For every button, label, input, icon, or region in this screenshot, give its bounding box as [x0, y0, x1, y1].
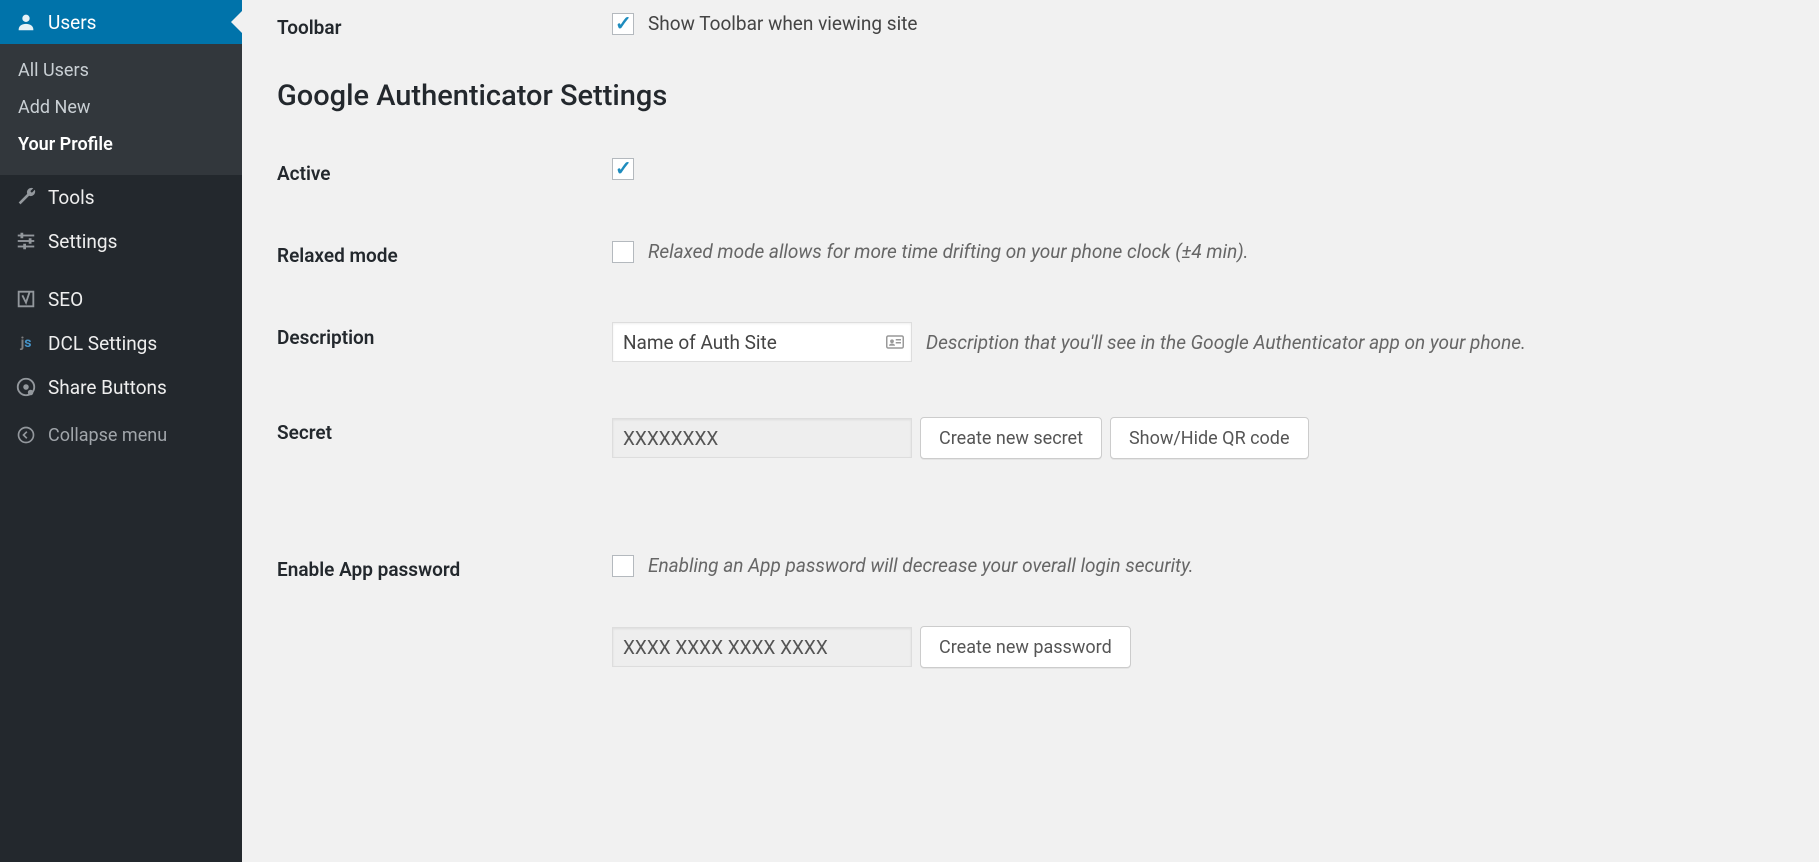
checkbox-enable-app[interactable] [612, 555, 634, 577]
user-icon [14, 10, 38, 34]
sidebar-item-seo[interactable]: SEO [0, 277, 242, 321]
sidebar-item-tools[interactable]: Tools [0, 175, 242, 219]
label-toolbar: Toolbar [277, 12, 612, 39]
sidebar-label-settings: Settings [48, 230, 117, 253]
label-app-password-empty [277, 626, 612, 630]
sidebar-collapse[interactable]: Collapse menu [0, 409, 242, 457]
row-relaxed: Relaxed mode Relaxed mode allows for mor… [277, 240, 1789, 267]
label-active: Active [277, 158, 612, 185]
label-enable-app: Enable App password [277, 554, 612, 581]
label-relaxed: Relaxed mode [277, 240, 612, 267]
input-description[interactable] [612, 322, 912, 362]
sidebar-item-dcl[interactable]: js DCL Settings [0, 321, 242, 365]
share-icon [14, 375, 38, 399]
btn-create-password[interactable]: Create new password [920, 626, 1131, 668]
submenu-your-profile[interactable]: Your Profile [0, 126, 242, 163]
input-app-password[interactable] [612, 627, 912, 667]
sidebar-label-collapse: Collapse menu [48, 425, 167, 446]
sidebar-label-dcl: DCL Settings [48, 332, 157, 355]
main-content: Toolbar Show Toolbar when viewing site G… [242, 0, 1819, 862]
row-active: Active [277, 158, 1789, 185]
desc-enable-app: Enabling an App password will decrease y… [648, 554, 1194, 577]
sidebar-label-tools: Tools [48, 186, 95, 209]
yoast-icon [14, 287, 38, 311]
sliders-icon [14, 229, 38, 253]
input-secret[interactable] [612, 418, 912, 458]
submenu-all-users[interactable]: All Users [0, 52, 242, 89]
sidebar-label-seo: SEO [48, 288, 83, 311]
row-enable-app: Enable App password Enabling an App pass… [277, 554, 1789, 581]
row-toolbar: Toolbar Show Toolbar when viewing site [277, 12, 1789, 39]
btn-show-qr[interactable]: Show/Hide QR code [1110, 417, 1309, 459]
checkbox-active[interactable] [612, 158, 634, 180]
label-secret: Secret [277, 417, 612, 444]
desc-relaxed: Relaxed mode allows for more time drifti… [648, 240, 1249, 263]
checkbox-toolbar[interactable] [612, 13, 634, 35]
btn-create-secret[interactable]: Create new secret [920, 417, 1102, 459]
sidebar-label-users: Users [48, 11, 96, 34]
sidebar-item-users[interactable]: Users [0, 0, 242, 44]
desc-description: Description that you'll see in the Googl… [926, 331, 1526, 354]
row-app-password: Create new password [277, 626, 1789, 668]
users-submenu: All Users Add New Your Profile [0, 44, 242, 175]
label-description: Description [277, 322, 612, 349]
js-icon: js [14, 331, 38, 355]
collapse-icon [14, 423, 38, 447]
section-title-ga: Google Authenticator Settings [277, 79, 1789, 113]
submenu-add-new[interactable]: Add New [0, 89, 242, 126]
sidebar-item-settings[interactable]: Settings [0, 219, 242, 263]
checkbox-label-toolbar: Show Toolbar when viewing site [648, 12, 917, 35]
id-card-icon [886, 335, 904, 349]
sidebar-label-share: Share Buttons [48, 376, 167, 399]
row-description: Description Description that you'll see … [277, 322, 1789, 362]
wrench-icon [14, 185, 38, 209]
admin-sidebar: Users All Users Add New Your Profile Too… [0, 0, 242, 862]
sidebar-item-share[interactable]: Share Buttons [0, 365, 242, 409]
checkbox-relaxed[interactable] [612, 241, 634, 263]
row-secret: Secret Create new secret Show/Hide QR co… [277, 417, 1789, 459]
